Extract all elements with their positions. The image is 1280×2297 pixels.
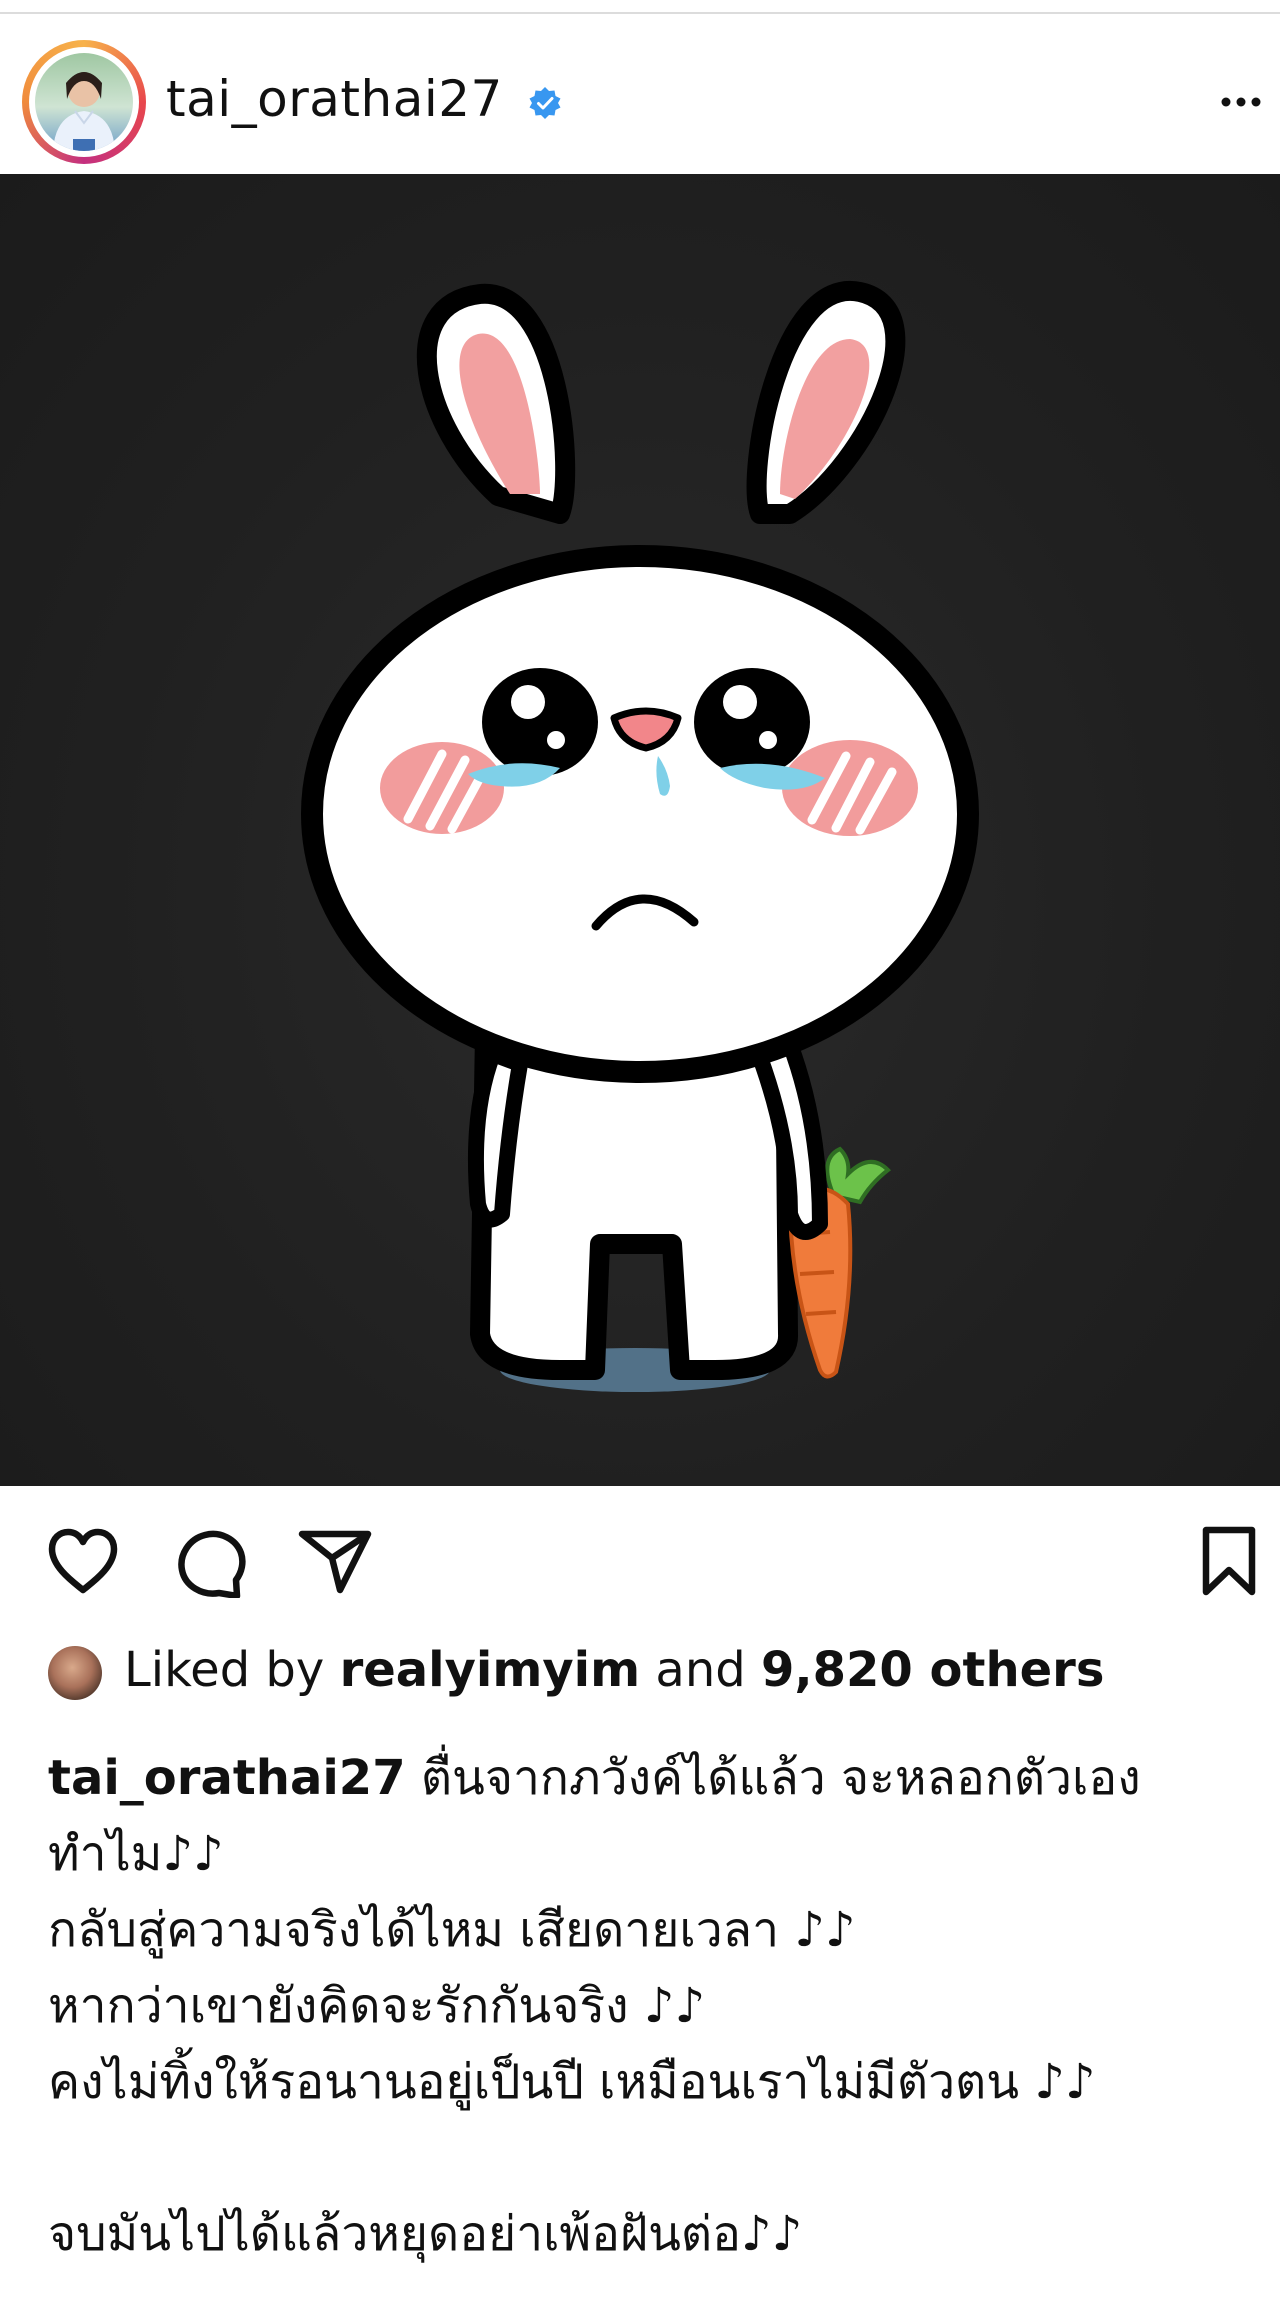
- caption-line: ทำไม♪♪: [48, 1826, 224, 1882]
- post-caption: tai_orathai27 ตื่นจากภวังค์ได้แล้ว จะหลอ…: [48, 1740, 1248, 2272]
- caption-line: tai_orathai27 ตื่นจากภวังค์ได้แล้ว จะหลอ…: [48, 1740, 1248, 1816]
- caption-line: จบมันไปได้แล้วหยุดอย่าเพ้อฝันต่อ♪♪: [48, 2206, 803, 2262]
- heart-icon[interactable]: [46, 1528, 120, 1596]
- profile-photo: [35, 53, 133, 151]
- post-username[interactable]: tai_orathai27: [166, 70, 503, 128]
- likes-count[interactable]: 9,820 others: [761, 1642, 1104, 1698]
- liker-username[interactable]: realyimyim: [340, 1642, 641, 1698]
- verified-badge-icon: [529, 87, 561, 119]
- post-header: tai_orathai27: [0, 14, 1280, 174]
- share-icon[interactable]: [298, 1528, 372, 1596]
- more-options-icon[interactable]: [1216, 84, 1266, 120]
- caption-line: คงไม่ทิ้งให้รอนานอยู่เป็นปี เหมือนเราไม่…: [48, 2054, 1096, 2110]
- caption-line: หากว่าเขายังคิดจะรักกันจริง ♪♪: [48, 1978, 706, 2034]
- post-image[interactable]: [0, 174, 1280, 1486]
- crying-bunny-illustration: [301, 280, 979, 1392]
- caption-line: กลับสู่ความจริงได้ไหม เสียดายเวลา ♪♪: [48, 1902, 856, 1958]
- likes-prefix: Liked by: [124, 1642, 340, 1698]
- left-cheek: [380, 742, 504, 834]
- caption-text: ตื่นจากภวังค์ได้แล้ว จะหลอกตัวเอง: [405, 1750, 1141, 1806]
- bunny-left-ear: [416, 283, 576, 524]
- liker-avatar[interactable]: [48, 1646, 102, 1700]
- post-actions: [0, 1486, 1280, 1646]
- left-eye: [482, 668, 598, 776]
- right-eye: [694, 668, 810, 776]
- caption-username[interactable]: tai_orathai27: [48, 1750, 406, 1806]
- likes-row: Liked by realyimyim and 9,820 others: [48, 1640, 1248, 1710]
- likes-middle: and: [640, 1642, 761, 1698]
- likes-text: Liked by realyimyim and 9,820 others: [124, 1642, 1104, 1698]
- comment-icon[interactable]: [176, 1530, 246, 1598]
- bunny-right-ear: [746, 280, 906, 524]
- bookmark-icon[interactable]: [1200, 1526, 1258, 1598]
- profile-avatar[interactable]: [22, 40, 146, 164]
